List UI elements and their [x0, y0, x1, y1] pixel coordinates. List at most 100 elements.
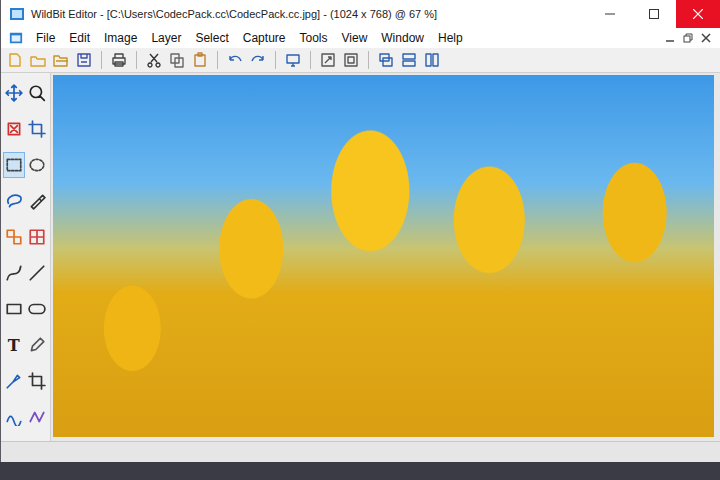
tool-button[interactable]: [3, 368, 25, 394]
toolbar-button[interactable]: [109, 50, 129, 70]
tool-button[interactable]: [27, 116, 49, 142]
toolbar-button[interactable]: [318, 50, 338, 70]
menu-item[interactable]: Help: [431, 31, 470, 45]
toolbar-separator: [275, 51, 276, 69]
menu-item[interactable]: Edit: [62, 31, 97, 45]
doc-minimize-icon[interactable]: [664, 32, 676, 44]
tool-button[interactable]: [3, 404, 25, 430]
tool-button[interactable]: [3, 116, 25, 142]
toolbar-button[interactable]: [51, 50, 71, 70]
tool-button[interactable]: [27, 368, 49, 394]
toolbar-button[interactable]: [341, 50, 361, 70]
minimize-button[interactable]: [588, 0, 632, 28]
tool-button[interactable]: [3, 152, 25, 178]
tile-vertical-icon: [424, 52, 440, 68]
tool-button[interactable]: [27, 404, 49, 430]
window-title: WildBit Editor - [C:\Users\CodecPack.cc\…: [31, 8, 582, 20]
document-controls: [664, 32, 720, 44]
new-icon: [7, 52, 23, 68]
tool-button[interactable]: [27, 188, 49, 214]
rect-select-icon: [5, 156, 23, 174]
toolbar-button[interactable]: [399, 50, 419, 70]
toolbar-button[interactable]: [225, 50, 245, 70]
tool-button[interactable]: [27, 224, 49, 250]
dropper-icon: [5, 372, 23, 390]
tile-horizontal-icon: [401, 52, 417, 68]
toolbar-separator: [217, 51, 218, 69]
toolbar-button[interactable]: [74, 50, 94, 70]
tool-button[interactable]: [27, 152, 49, 178]
editor-window: WildBit Editor - [C:\Users\CodecPack.cc\…: [0, 0, 720, 462]
rounded-rect-icon: [28, 300, 46, 318]
menu-item[interactable]: Layer: [144, 31, 188, 45]
menu-item[interactable]: View: [335, 31, 375, 45]
canvas-area: [51, 73, 720, 441]
pencil-icon: [28, 336, 46, 354]
paste-icon: [192, 52, 208, 68]
tool-button[interactable]: [3, 188, 25, 214]
menu-bar: FileEditImageLayerSelectCaptureToolsView…: [1, 28, 720, 48]
tool-button[interactable]: [27, 332, 49, 358]
document-icon: [9, 31, 23, 45]
toolbar-separator: [101, 51, 102, 69]
rectangle-icon: [5, 300, 23, 318]
curve-icon: [5, 264, 23, 282]
maximize-button[interactable]: [632, 0, 676, 28]
cascade-icon: [378, 52, 394, 68]
menu-item[interactable]: Capture: [236, 31, 293, 45]
maximize-icon: [649, 9, 659, 19]
print-icon: [111, 52, 127, 68]
tool-button[interactable]: [27, 296, 49, 322]
tool-button[interactable]: T: [3, 332, 25, 358]
close-button[interactable]: [676, 0, 720, 28]
toolbar-button[interactable]: [248, 50, 268, 70]
tool-button[interactable]: [3, 80, 25, 106]
text-tool-label: T: [8, 336, 20, 355]
toolbar: [1, 48, 720, 73]
workspace: T: [1, 73, 720, 441]
redo-icon: [250, 52, 266, 68]
doc-close-icon[interactable]: [700, 32, 712, 44]
toolbar-button[interactable]: [28, 50, 48, 70]
toolbar-separator: [368, 51, 369, 69]
menu-item[interactable]: Tools: [292, 31, 334, 45]
zigzag-icon: [28, 408, 46, 426]
doc-restore-icon[interactable]: [682, 32, 694, 44]
move-icon: [5, 84, 23, 102]
tool-palette: T: [1, 73, 51, 441]
ellipse-select-icon: [28, 156, 46, 174]
toolbar-button[interactable]: [5, 50, 25, 70]
toolbar-button[interactable]: [144, 50, 164, 70]
toolbar-button[interactable]: [167, 50, 187, 70]
open-icon: [30, 52, 46, 68]
menu-item[interactable]: Window: [374, 31, 431, 45]
tool-button[interactable]: [27, 80, 49, 106]
zoom-icon: [28, 84, 46, 102]
tool-button[interactable]: [27, 260, 49, 286]
status-bar: [1, 441, 720, 462]
line-icon: [28, 264, 46, 282]
grid-icon: [28, 228, 46, 246]
save-icon: [76, 52, 92, 68]
menu-item[interactable]: File: [29, 31, 62, 45]
wave-icon: [5, 408, 23, 426]
brush-icon: [28, 192, 46, 210]
cut-icon: [146, 52, 162, 68]
menu-item[interactable]: Image: [97, 31, 144, 45]
undo-icon: [227, 52, 243, 68]
tool-button[interactable]: [3, 224, 25, 250]
resize-icon: [320, 52, 336, 68]
tulip-photo[interactable]: [53, 75, 714, 437]
tool-button[interactable]: [3, 296, 25, 322]
toolbar-button[interactable]: [283, 50, 303, 70]
window-controls: [588, 0, 720, 28]
crop-icon: [28, 372, 46, 390]
toolbar-button[interactable]: [190, 50, 210, 70]
tool-button[interactable]: [3, 260, 25, 286]
screen-capture-icon: [285, 52, 301, 68]
toolbar-button[interactable]: [376, 50, 396, 70]
menu-item[interactable]: Select: [188, 31, 235, 45]
app-icon: [9, 6, 25, 22]
open-folder-icon: [53, 52, 69, 68]
toolbar-button[interactable]: [422, 50, 442, 70]
